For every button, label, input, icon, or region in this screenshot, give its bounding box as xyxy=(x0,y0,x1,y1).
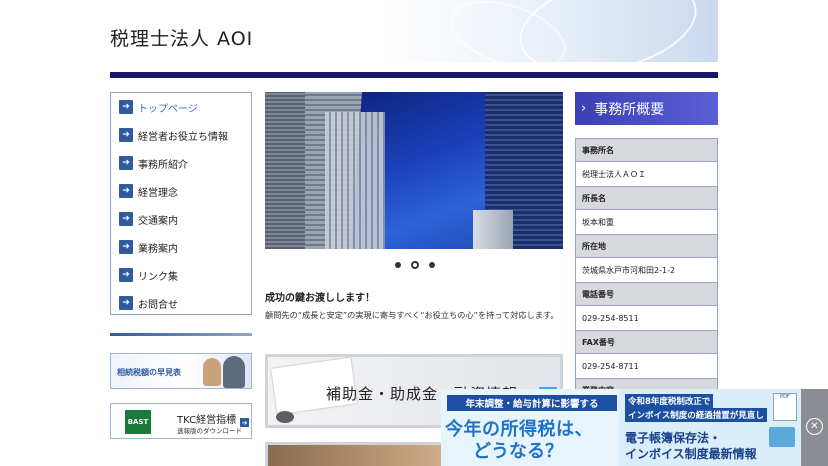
heading-text: 事務所概要 xyxy=(594,101,665,118)
slider-dot[interactable] xyxy=(429,262,435,268)
nav-item-info[interactable]: ➔ 経営者お役立ち情報 xyxy=(111,121,251,149)
chevron-right-icon: › xyxy=(581,101,587,116)
person-illustration xyxy=(203,358,221,386)
info-label: 所在地 xyxy=(575,234,718,258)
office-info-table: 事務所名 税理士法人ＡＯＩ 所長名 坂本和重 所在地 茨城県水戸市河和田2-1-… xyxy=(575,138,718,402)
arrow-right-icon: ➔ xyxy=(119,212,133,226)
bast-logo: BAST xyxy=(125,410,151,434)
ad-text: 電子帳簿保存法・ xyxy=(625,431,722,445)
nav-item-label: トップページ xyxy=(138,103,198,115)
nav-item-label: 交通案内 xyxy=(138,215,178,227)
info-value: 茨城県水戸市河和田2-1-2 xyxy=(575,258,718,282)
ad-text: どうなる？ xyxy=(473,441,563,462)
nav-item-access[interactable]: ➔ 交通案内 xyxy=(111,205,251,233)
nav-item-contact[interactable]: ➔ お問合せ xyxy=(111,289,251,317)
info-value: 坂本和重 xyxy=(575,210,718,234)
banner-label: 相続税額の早見表 xyxy=(117,368,181,377)
overlay-ad[interactable]: 年末調整・給与計算に影響する 今年の所得税は、 どうなる？ 令和8年度税制改正で… xyxy=(441,389,801,466)
hero-slider-image[interactable] xyxy=(265,92,563,249)
banner-subtitle: 速報版のダウンロード xyxy=(177,427,242,435)
mug-illustration xyxy=(276,411,294,423)
nav-item-label: 経営者お役立ち情報 xyxy=(138,131,228,143)
info-label: 所長名 xyxy=(575,186,718,210)
main-description: 顧問先の“成長と安定”の実現に寄与すべく“お役立ちの心”を持って対応します。 xyxy=(265,310,559,320)
arrow-right-icon: ➔ xyxy=(119,296,133,310)
nav-item-label: 事務所紹介 xyxy=(138,159,188,171)
nav-item-label: 業務案内 xyxy=(138,243,178,255)
slider-dots xyxy=(395,261,435,269)
info-value: 税理士法人ＡＯＩ xyxy=(575,162,718,186)
slider-dot-active[interactable] xyxy=(411,261,419,269)
tkc-banner[interactable]: BAST TKC経営指標 速報版のダウンロード ➔ xyxy=(110,403,252,439)
info-label: 事務所名 xyxy=(575,138,718,162)
document-icon: PDF xyxy=(773,393,797,421)
nav-item-label: お問合せ xyxy=(138,299,178,311)
slider-dot[interactable] xyxy=(395,262,401,268)
ad-text: 令和8年度税制改正で xyxy=(625,394,714,408)
info-label: 電話番号 xyxy=(575,282,718,306)
person-illustration xyxy=(223,356,245,388)
site-header: 税理士法人 AOI xyxy=(110,0,718,62)
ad-text: インボイス制度最新情報 xyxy=(625,447,757,461)
nav-item-label: 経営理念 xyxy=(138,187,178,199)
arrow-right-icon: ➔ xyxy=(240,418,249,427)
ad-income-tax[interactable]: 年末調整・給与計算に影響する 今年の所得税は、 どうなる？ xyxy=(441,389,619,466)
ad-text: インボイス制度の経過措置が見直し xyxy=(625,408,767,422)
building-shape xyxy=(473,210,513,249)
info-value: 029-254-8711 xyxy=(575,354,718,378)
nav-item-links[interactable]: ➔ リンク集 xyxy=(111,261,251,289)
arrow-right-icon: ➔ xyxy=(119,268,133,282)
arrow-right-icon: ➔ xyxy=(119,156,133,170)
ad-text: 年末調整・給与計算に影響する xyxy=(447,395,617,411)
arrow-right-icon: ➔ xyxy=(119,240,133,254)
nav-item-office[interactable]: ➔ 事務所紹介 xyxy=(111,149,251,177)
main-headline: 成功の鍵お渡しします！ xyxy=(265,293,375,304)
close-icon[interactable]: ✕ xyxy=(806,418,823,435)
nav-item-top[interactable]: ➔ トップページ xyxy=(111,93,251,121)
ad-invoice[interactable]: 令和8年度税制改正で インボイス制度の経過措置が見直し 電子帳簿保存法・ インボ… xyxy=(619,389,801,466)
arrow-right-icon: ➔ xyxy=(119,100,133,114)
nav-item-services[interactable]: ➔ 業務案内 xyxy=(111,233,251,261)
site-logo[interactable]: 税理士法人 AOI xyxy=(110,24,253,51)
building-shape xyxy=(265,92,305,249)
nav-item-philosophy[interactable]: ➔ 経営理念 xyxy=(111,177,251,205)
nav-item-label: リンク集 xyxy=(138,271,178,283)
box-icon xyxy=(769,427,795,447)
header-bar xyxy=(110,72,718,78)
nav-divider xyxy=(110,333,252,336)
info-label: FAX番号 xyxy=(575,330,718,354)
office-overview-heading: › 事務所概要 xyxy=(575,92,718,125)
info-value: 029-254-8511 xyxy=(575,306,718,330)
sidebar-nav: ➔ トップページ ➔ 経営者お役立ち情報 ➔ 事務所紹介 ➔ 経営理念 ➔ 交通案内 ➔ 業… xyxy=(110,92,252,315)
banner-title: TKC経営指標 xyxy=(177,415,237,426)
building-shape xyxy=(325,112,385,249)
arrow-right-icon: ➔ xyxy=(119,184,133,198)
inheritance-tax-banner[interactable]: 相続税額の早見表 xyxy=(110,353,252,389)
arrow-right-icon: ➔ xyxy=(119,128,133,142)
